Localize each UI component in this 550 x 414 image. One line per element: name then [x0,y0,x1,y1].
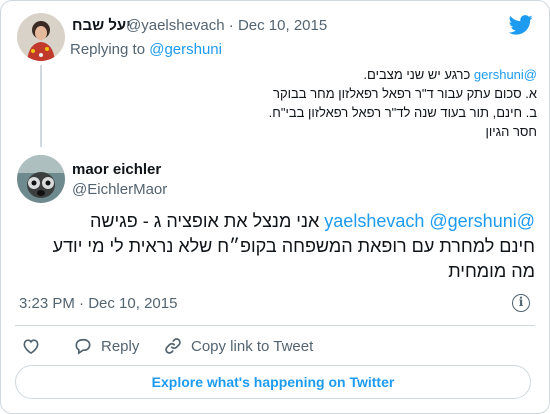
heart-icon [23,339,39,355]
reply-label[interactable]: Reply [101,338,139,355]
main-line-1: @yaelshevach @gershuni אני מנצל את אופצי… [15,209,535,234]
replying-prefix: Replying to [70,41,146,58]
reply-line-1: @gershuni כרגע יש שני מצבים. [77,65,537,84]
main-date[interactable]: Dec 10, 2015 [88,295,177,312]
divider [15,325,535,326]
replying-to-link[interactable]: @gershuni [149,41,222,58]
copy-link-button[interactable]: Copy link to Tweet [163,334,313,358]
main-timestamp[interactable]: 3:23 PM · Dec 10, 2015 [19,295,177,312]
tweet-embed-card: יעל שבח @yaelshevach · Dec 10, 2015 Repl… [0,0,550,414]
main-separator: · [79,295,85,312]
replying-to: Replying to @gershuni [70,41,222,58]
reply-line-3: ב. חינם, תור בעוד שנה לד"ר רפאל רפאלזון … [268,105,537,120]
reply-icon [75,338,91,355]
reply-button[interactable]: Reply [73,334,139,358]
explore-label[interactable]: Explore what's happening on Twitter [152,374,395,390]
reply-tweet-text: @gershuni כרגע יש שני מצבים. א. סכום עתק… [77,65,537,141]
avatar-eichlermaor[interactable] [17,155,65,203]
thread-line [40,65,42,147]
main-mention-gershuni[interactable]: @gershuni [429,211,516,231]
reply-separator: · [228,17,234,34]
main-time[interactable]: 3:23 PM [19,295,75,312]
main-line-2: חינם למחרת עם רופאת המשפחה בקופ״ח שלא נר… [52,236,535,256]
main-line-1-text: אני מנצל את אופציה ג - פגישה [89,211,325,231]
like-button[interactable] [21,334,49,358]
reply-author-name[interactable]: יעל שבח [72,17,131,34]
copy-link-label[interactable]: Copy link to Tweet [191,338,313,355]
twitter-bird-icon[interactable] [509,15,533,35]
link-icon [165,338,181,354]
main-author-handle[interactable]: @EichlerMaor [72,181,167,198]
reply-line-2: א. סכום עתק עבור ד"ר רפאל רפאלזון מחר בב… [273,86,537,101]
main-line-3: מה מומחית [448,261,535,281]
main-tweet-text: @yaelshevach @gershuni אני מנצל את אופצי… [15,209,535,284]
reply-handle-text[interactable]: @yaelshevach [126,17,225,34]
main-author-name[interactable]: maor eichler [72,161,161,178]
reply-line-4: חסר הגיון [485,124,537,139]
reply-line-1-text: כרגע יש שני מצבים. [363,67,474,82]
explore-button[interactable]: Explore what's happening on Twitter [15,365,531,399]
avatar-yaelshevach[interactable] [17,13,65,61]
reply-mention-gershuni[interactable]: @gershuni [474,67,537,82]
reply-date[interactable]: Dec 10, 2015 [238,17,327,34]
info-icon[interactable]: i [512,294,530,312]
reply-author-handle[interactable]: @yaelshevach · Dec 10, 2015 [126,17,327,34]
